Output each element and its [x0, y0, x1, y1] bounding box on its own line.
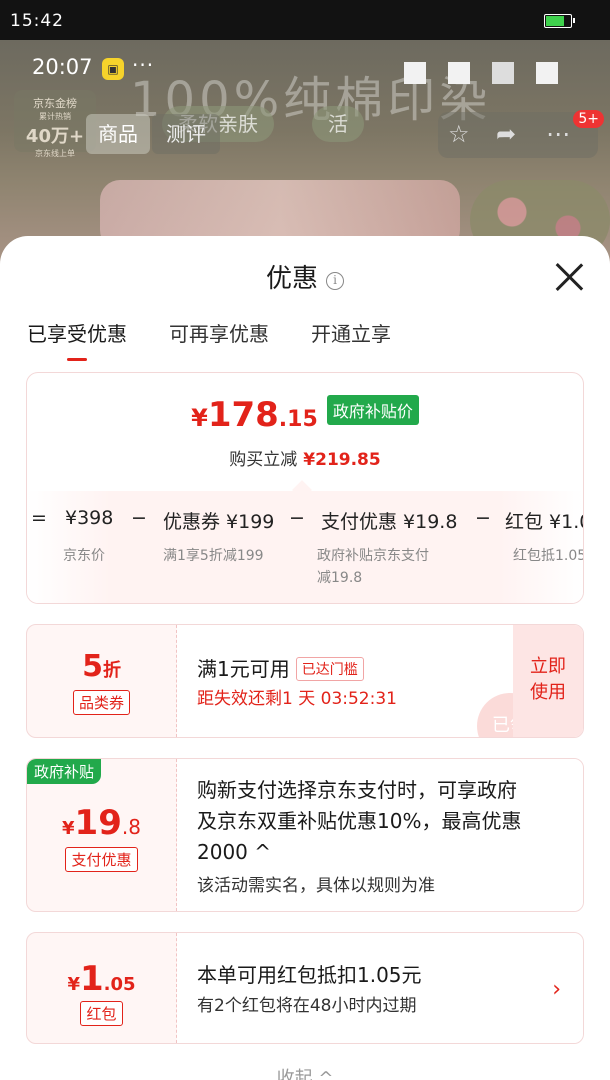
jd-price-label: 京东价 [63, 548, 105, 564]
tab-enjoyed[interactable]: 已享受优惠 [27, 318, 127, 361]
chevron-right-icon[interactable]: › [552, 977, 561, 1002]
red-packet-expiry: 有2个红包将在48小时内过期 [197, 996, 417, 1016]
red-packet-amount: ¥1.05 [67, 959, 136, 999]
rank-count: 40万+ [25, 126, 85, 147]
notification-icon: ▣ [102, 58, 124, 80]
red-packet-tag: 红包 [80, 1001, 123, 1026]
reduce-row: 购买立减 ¥219.85 [27, 445, 583, 470]
expand-toggle[interactable]: 2000 ^ [197, 837, 521, 868]
category-coupon: 5折 品类券 满1元可用 已达门槛 距失效还剩1 天 03:52:31 已领 立即… [26, 624, 584, 738]
status-blocks [404, 62, 558, 84]
coupon-right: 本单可用红包抵扣1.05元 有2个红包将在48小时内过期 › [177, 933, 583, 1043]
coupon-discount: 5折 [82, 649, 121, 684]
realname-note: 该活动需实名，具体以规则为准 [197, 876, 435, 896]
battery-icon [544, 14, 575, 28]
sheet-title: 优惠 [265, 264, 318, 294]
price-summary: ¥178.15 政府补贴价 购买立减 ¥219.85 = ¥398 − 优惠券 ¥… [26, 372, 584, 604]
tab-review[interactable]: 测评 [152, 114, 220, 154]
rank-sub: 累计热销 [39, 112, 71, 121]
tab-more-available[interactable]: 可再享优惠 [169, 318, 269, 347]
pay-discount-amount: ¥19.8 [62, 803, 141, 843]
coupon-right: 购新支付选择京东支付时，可享政府 及京东双重补贴优惠10%，最高优惠 2000 … [177, 759, 583, 911]
sheet-title-row: 优惠 i [0, 258, 610, 295]
coupon-desc: 满1享5折减199 [163, 548, 264, 564]
coupon-countdown: 距失效还剩1 天 03:52:31 [197, 689, 397, 709]
more-dots: ··· [132, 53, 155, 77]
status-bar: 15:42 [0, 0, 610, 40]
coupon-right: 满1元可用 已达门槛 距失效还剩1 天 03:52:31 已领 立即 使用 [177, 625, 583, 737]
formula-minus: − [289, 507, 305, 529]
more-icon[interactable]: ⋯ [546, 120, 570, 148]
top-time: 20:07 [32, 55, 93, 79]
red-packet-card[interactable]: ¥1.05 红包 本单可用红包抵扣1.05元 有2个红包将在48小时内过期 › [26, 932, 584, 1044]
formula-redpack: 红包 ¥1.05 [505, 511, 583, 533]
price-formula: = ¥398 − 优惠券 ¥199 − 支付优惠 ¥19.8 − 红包 ¥1.0… [27, 491, 584, 603]
coupon-left: 5折 品类券 [27, 625, 177, 737]
threshold-tag: 已达门槛 [295, 657, 364, 681]
red-packet-title: 本单可用红包抵扣1.05元 [197, 963, 422, 987]
banner-pill-2: 活 [312, 106, 364, 142]
final-price-row: ¥178.15 政府补贴价 [27, 395, 583, 435]
reduce-value: ¥219.85 [303, 450, 381, 470]
collapse-button[interactable]: 收起 ^ [0, 1064, 610, 1080]
coupon-type-tag: 品类券 [72, 690, 130, 715]
use-now-button[interactable]: 立即 使用 [513, 625, 583, 737]
status-time: 15:42 [10, 11, 64, 31]
cart-count-badge: 5+ [573, 110, 604, 128]
pay-discount-tag: 支付优惠 [65, 847, 138, 872]
formula-minus: − [475, 507, 491, 529]
formula-equals: = [31, 507, 47, 529]
tab-goods[interactable]: 商品 [86, 114, 150, 154]
formula-coupon: 优惠券 ¥199 [163, 511, 275, 533]
discount-tabs: 已享受优惠 可再享优惠 开通立享 [27, 318, 391, 361]
tab-activate[interactable]: 开通立享 [311, 318, 391, 347]
discount-sheet: 优惠 i 已享受优惠 可再享优惠 开通立享 ¥178.15 政府补贴价 购买立减 ¥… [0, 236, 610, 1080]
reduce-label: 购买立减 [229, 450, 298, 470]
redpack-desc: 红包抵1.05 [513, 548, 584, 564]
final-price: ¥178.15 [191, 395, 318, 435]
coupon-condition: 满1元可用 已达门槛 [197, 653, 364, 682]
close-icon[interactable] [554, 262, 584, 292]
gov-subsidy-price-tag: 政府补贴价 [326, 395, 419, 425]
star-icon[interactable]: ☆ [448, 120, 470, 148]
rank-foot: 京东线上单 [35, 149, 75, 158]
pay-desc: 政府补贴京东支付 减19.8 [317, 548, 429, 586]
rank-title: 京东金榜 [33, 97, 77, 110]
payment-discount-card: ¥19.8 支付优惠 购新支付选择京东支付时，可享政府 及京东双重补贴优惠10%… [26, 758, 584, 912]
info-icon[interactable]: i [326, 272, 344, 290]
coupon-left: ¥1.05 红包 [27, 933, 177, 1043]
formula-pay: 支付优惠 ¥19.8 [321, 511, 458, 533]
rank-badge[interactable]: 京东金榜 累计热销 40万+ 京东线上单 [14, 90, 96, 158]
gov-subsidy-badge: 政府补贴 [27, 759, 102, 784]
share-icon[interactable]: ➦ [496, 120, 516, 148]
pay-discount-desc: 购新支付选择京东支付时，可享政府 及京东双重补贴优惠10%，最高优惠 2000 … [197, 775, 521, 868]
formula-minus: − [131, 507, 147, 529]
formula-jd-price: ¥398 [65, 507, 114, 529]
